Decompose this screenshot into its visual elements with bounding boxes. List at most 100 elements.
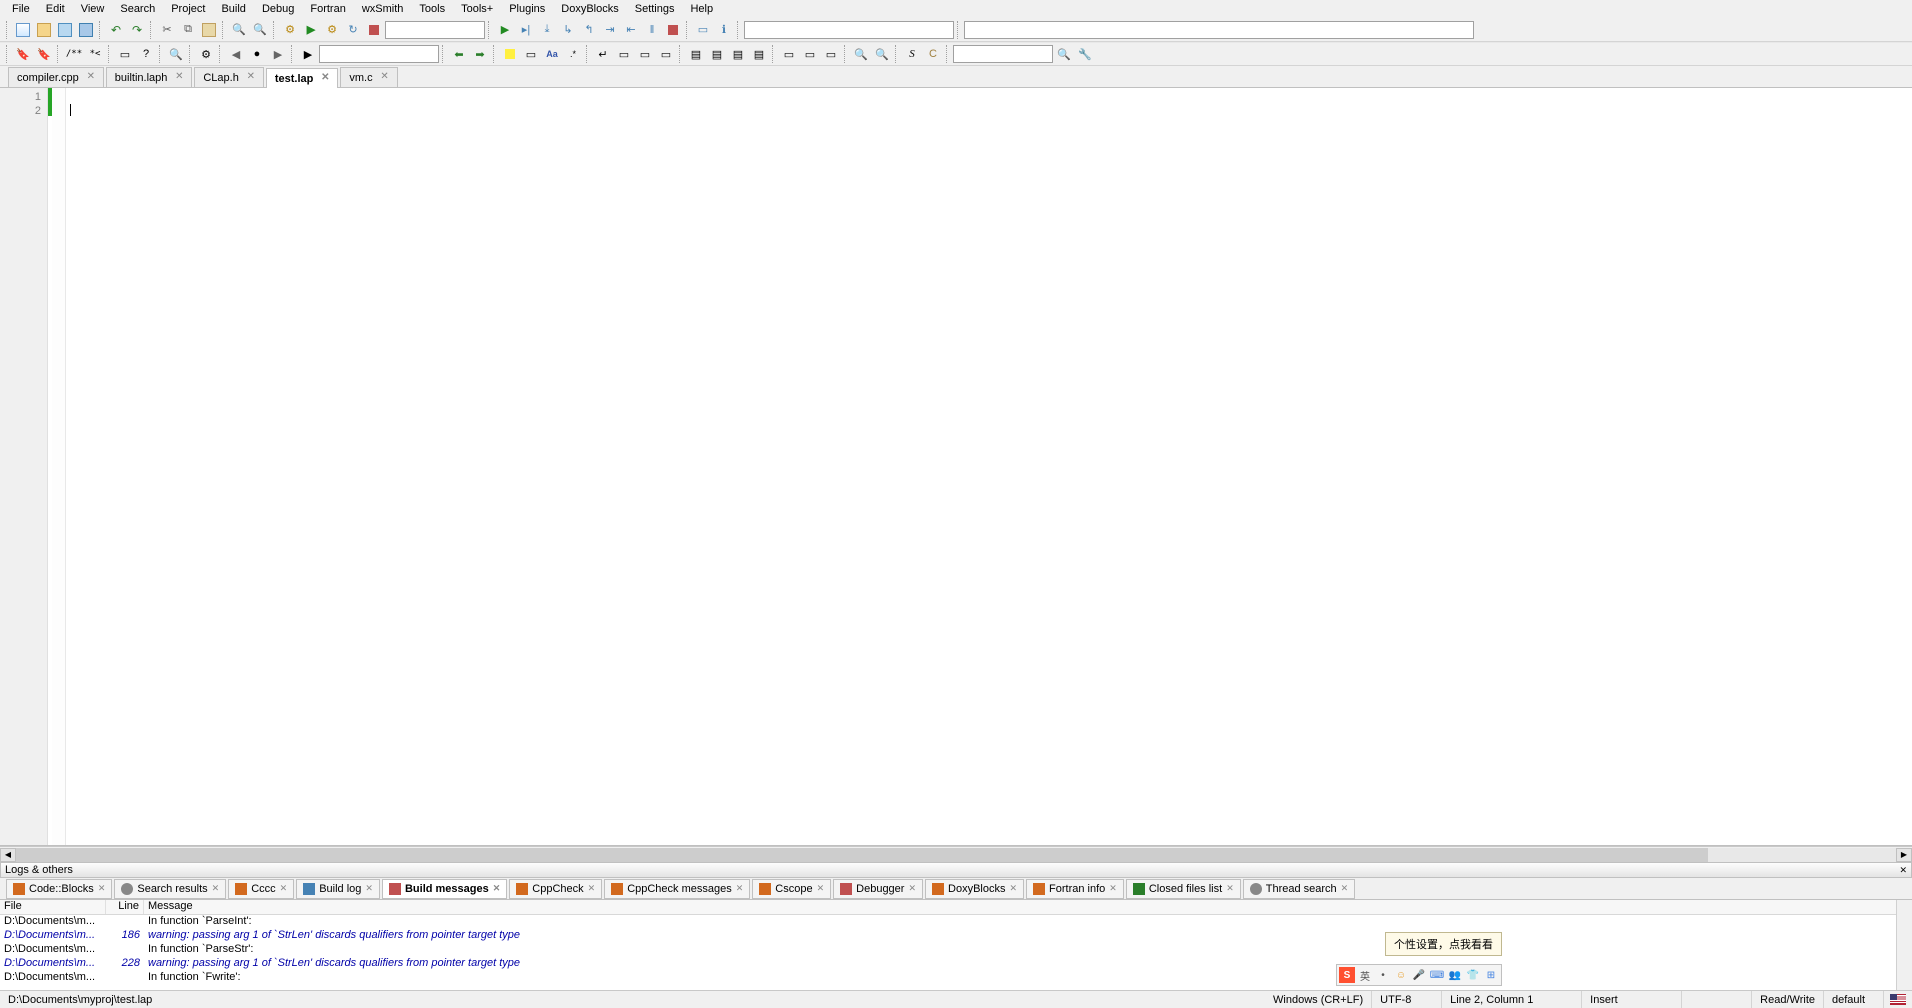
doxy-config-button[interactable]: ⚙ bbox=[197, 45, 215, 63]
editor-tab-testlap[interactable]: test.lap✕ bbox=[266, 68, 339, 88]
layout1-button[interactable]: ▤ bbox=[687, 45, 705, 63]
menu-debug[interactable]: Debug bbox=[254, 1, 302, 17]
build-message-row[interactable]: D:\Documents\m...228warning: passing arg… bbox=[0, 957, 1912, 971]
log-tab-close-icon[interactable]: ✕ bbox=[493, 883, 501, 894]
build-button[interactable]: ⚙ bbox=[281, 21, 299, 39]
bookmark-next-button[interactable]: 🔖 bbox=[35, 45, 53, 63]
build-message-row[interactable]: D:\Documents\m...In function `ParseInt': bbox=[0, 915, 1912, 929]
log-tab-close-icon[interactable]: ✕ bbox=[908, 883, 916, 894]
log-tab-fortraninfo[interactable]: Fortran info✕ bbox=[1026, 879, 1124, 899]
window3-button[interactable]: ▭ bbox=[657, 45, 675, 63]
logs-panel-header[interactable]: Logs & others ✕ bbox=[0, 862, 1912, 878]
menu-view[interactable]: View bbox=[73, 1, 113, 17]
window2-button[interactable]: ▭ bbox=[636, 45, 654, 63]
ime-button-8[interactable]: ⊞ bbox=[1483, 967, 1499, 983]
case-button[interactable]: Aa bbox=[543, 45, 561, 63]
ime-button-1[interactable]: 英 bbox=[1357, 967, 1373, 983]
menu-build[interactable]: Build bbox=[213, 1, 253, 17]
scroll-right-arrow[interactable]: ▶ bbox=[1896, 848, 1912, 862]
doxy-html-button[interactable]: ? bbox=[137, 45, 155, 63]
menu-wxsmith[interactable]: wxSmith bbox=[354, 1, 412, 17]
log-tab-close-icon[interactable]: ✕ bbox=[736, 883, 744, 894]
menu-plugins[interactable]: Plugins bbox=[501, 1, 553, 17]
log-tab-close-icon[interactable]: ✕ bbox=[1226, 883, 1234, 894]
layout4-button[interactable]: ▤ bbox=[750, 45, 768, 63]
doxy-line-button[interactable]: *< bbox=[86, 45, 104, 63]
paste-button[interactable] bbox=[200, 21, 218, 39]
editor-tab-compilercpp[interactable]: compiler.cpp✕ bbox=[8, 67, 104, 87]
ime-button-2[interactable]: • bbox=[1375, 967, 1391, 983]
horizontal-scrollbar[interactable]: ◀ ▶ bbox=[0, 846, 1912, 862]
step-out-button[interactable]: ↰ bbox=[580, 21, 598, 39]
build-target-combo[interactable] bbox=[385, 21, 485, 39]
c-button[interactable]: C bbox=[924, 45, 942, 63]
log-tab-close-icon[interactable]: ✕ bbox=[1009, 883, 1017, 894]
log-tab-debugger[interactable]: Debugger✕ bbox=[833, 879, 923, 899]
log-tab-close-icon[interactable]: ✕ bbox=[1341, 883, 1349, 894]
log-tab-cppcheckmessages[interactable]: CppCheck messages✕ bbox=[604, 879, 750, 899]
search-go-button[interactable]: 🔍 bbox=[1055, 45, 1073, 63]
logs-close-icon[interactable]: ✕ bbox=[1899, 865, 1907, 876]
menu-settings[interactable]: Settings bbox=[627, 1, 683, 17]
run-to-cursor-button[interactable]: ▸| bbox=[517, 21, 535, 39]
ime-button-4[interactable]: 🎤 bbox=[1411, 967, 1427, 983]
next-instruction-button[interactable]: ⇥ bbox=[601, 21, 619, 39]
log-tab-threadsearch[interactable]: Thread search✕ bbox=[1243, 879, 1355, 899]
tab-close-icon[interactable]: ✕ bbox=[245, 72, 257, 84]
debugger-combo[interactable] bbox=[744, 21, 954, 39]
stop-debugger-button[interactable] bbox=[664, 21, 682, 39]
log-tab-cccc[interactable]: Cccc✕ bbox=[228, 879, 294, 899]
scroll-left-arrow[interactable]: ◀ bbox=[0, 848, 16, 862]
new-file-button[interactable] bbox=[14, 21, 32, 39]
script-combo[interactable] bbox=[319, 45, 439, 63]
open-file-button[interactable] bbox=[35, 21, 53, 39]
log-tab-buildlog[interactable]: Build log✕ bbox=[296, 879, 380, 899]
jump-back-button[interactable]: ◀ bbox=[227, 45, 245, 63]
debug-windows-button[interactable]: ▭ bbox=[694, 21, 712, 39]
debug-continue-button[interactable]: ▶ bbox=[496, 21, 514, 39]
ime-button-7[interactable]: 👕 bbox=[1465, 967, 1481, 983]
find-button[interactable]: 🔍 bbox=[230, 21, 248, 39]
log-tab-searchresults[interactable]: Search results✕ bbox=[114, 879, 226, 899]
break-button[interactable]: ‖ bbox=[643, 21, 661, 39]
bookmark-toggle-button[interactable]: 🔖 bbox=[14, 45, 32, 63]
log-tab-cscope[interactable]: Cscope✕ bbox=[752, 879, 831, 899]
abort-button[interactable] bbox=[365, 21, 383, 39]
nav-back-button[interactable]: ⬅ bbox=[450, 45, 468, 63]
editor-tab-vmc[interactable]: vm.c✕ bbox=[340, 67, 397, 87]
copy-button[interactable]: ⧉ bbox=[179, 21, 197, 39]
ime-button-6[interactable]: 👥 bbox=[1447, 967, 1463, 983]
col-line-header[interactable]: Line bbox=[106, 900, 144, 914]
tab-close-icon[interactable]: ✕ bbox=[319, 73, 331, 85]
undo-button[interactable]: ↶ bbox=[107, 21, 125, 39]
col-file-header[interactable]: File bbox=[0, 900, 106, 914]
log-tab-close-icon[interactable]: ✕ bbox=[212, 883, 220, 894]
log-tab-close-icon[interactable]: ✕ bbox=[588, 883, 596, 894]
col-message-header[interactable]: Message bbox=[144, 900, 1912, 914]
tab-close-icon[interactable]: ✕ bbox=[85, 72, 97, 84]
log-tab-close-icon[interactable]: ✕ bbox=[98, 883, 106, 894]
run-button[interactable]: ▶ bbox=[302, 21, 320, 39]
language-flag-icon[interactable] bbox=[1890, 994, 1906, 1005]
log-tab-close-icon[interactable]: ✕ bbox=[280, 883, 288, 894]
run-script-button[interactable]: ▶ bbox=[299, 45, 317, 63]
highlight-button[interactable] bbox=[501, 45, 519, 63]
layout7-button[interactable]: ▭ bbox=[822, 45, 840, 63]
jump-forward-button[interactable]: ▶ bbox=[269, 45, 287, 63]
log-vertical-scrollbar[interactable] bbox=[1896, 900, 1912, 990]
log-tab-cppcheck[interactable]: CppCheck✕ bbox=[509, 879, 602, 899]
ime-button-5[interactable]: ⌨ bbox=[1429, 967, 1445, 983]
tab-close-icon[interactable]: ✕ bbox=[379, 72, 391, 84]
menu-doxyblocks[interactable]: DoxyBlocks bbox=[553, 1, 626, 17]
menu-tools[interactable]: Tools bbox=[411, 1, 453, 17]
ime-button-3[interactable]: ☺ bbox=[1393, 967, 1409, 983]
log-tab-close-icon[interactable]: ✕ bbox=[365, 883, 373, 894]
menu-search[interactable]: Search bbox=[112, 1, 163, 17]
regex-button[interactable]: .* bbox=[564, 45, 582, 63]
editor-tab-CLaph[interactable]: CLap.h✕ bbox=[194, 67, 263, 87]
save-all-button[interactable] bbox=[77, 21, 95, 39]
selection-button[interactable]: ▭ bbox=[522, 45, 540, 63]
step-into-button[interactable]: ↳ bbox=[559, 21, 577, 39]
doxy-run-button[interactable]: ▭ bbox=[116, 45, 134, 63]
replace-button[interactable]: 🔍 bbox=[251, 21, 269, 39]
